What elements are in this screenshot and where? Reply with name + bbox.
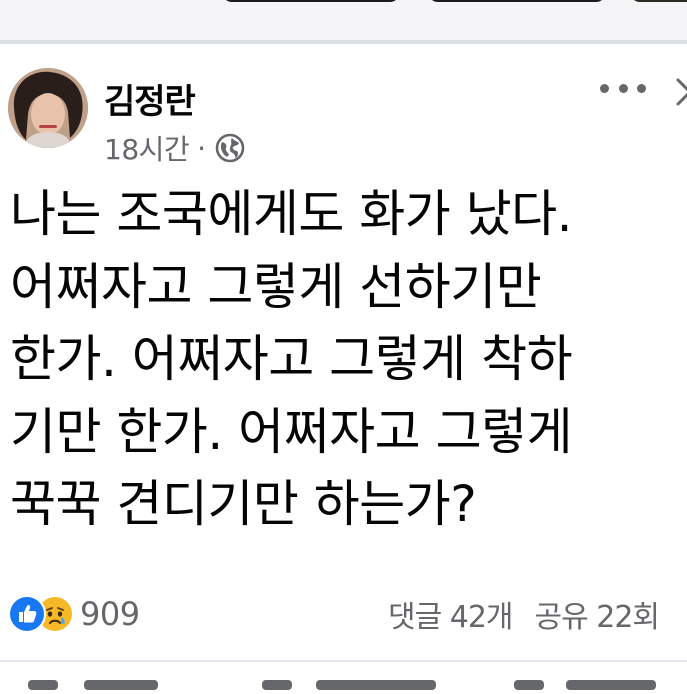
top-strip — [0, 0, 687, 40]
post-body: 나는 조국에게도 화가 났다. 어쩌자고 그렇게 선하기만 한가. 어쩌자고 그… — [10, 178, 687, 541]
like-button[interactable] — [28, 680, 58, 690]
post-text-line: 어쩌자고 그렇게 선하기만 — [10, 257, 542, 316]
post-meta: 18시간 · — [104, 128, 246, 168]
top-story-thumbnail[interactable] — [630, 0, 687, 2]
close-icon[interactable] — [672, 70, 687, 110]
action-bar — [0, 674, 687, 694]
section-divider — [0, 40, 687, 44]
avatar[interactable] — [8, 68, 88, 148]
share-button-label[interactable] — [566, 680, 656, 690]
meta-separator: · — [197, 131, 207, 165]
post-text-line: 한가. 어쩌자고 그렇게 착하 — [10, 330, 573, 388]
dot — [637, 83, 646, 93]
post-text-line: 기만 한가. 어쩌자고 그렇게 — [10, 402, 573, 461]
post-timestamp[interactable]: 18시간 — [104, 128, 190, 168]
avatar-image — [8, 68, 88, 148]
comment-button-label[interactable] — [316, 680, 436, 690]
like-button-label[interactable] — [84, 680, 158, 690]
share-count[interactable]: 공유 22회 — [535, 592, 661, 636]
dot — [618, 83, 628, 93]
like-icon — [8, 595, 46, 633]
engagement-counts: 댓글 42개 공유 22회 — [388, 592, 661, 636]
top-story-thumbnail[interactable] — [222, 0, 400, 2]
dot — [600, 83, 609, 93]
action-divider — [0, 660, 687, 662]
globe-icon — [214, 132, 246, 164]
post-text-line: 나는 조국에게도 화가 났다. — [10, 185, 573, 243]
post-text-line: 꾹꾹 견디기만 하는가? — [10, 475, 477, 533]
comment-button[interactable] — [262, 680, 292, 690]
top-story-thumbnail[interactable] — [428, 0, 606, 2]
more-dots-icon[interactable] — [600, 70, 646, 106]
author-name[interactable]: 김정란 — [104, 74, 196, 123]
reaction-count: 909 — [80, 595, 140, 633]
share-button[interactable] — [514, 680, 544, 690]
comment-count[interactable]: 댓글 42개 — [388, 592, 514, 636]
reactions-summary[interactable]: 909 — [8, 592, 140, 636]
